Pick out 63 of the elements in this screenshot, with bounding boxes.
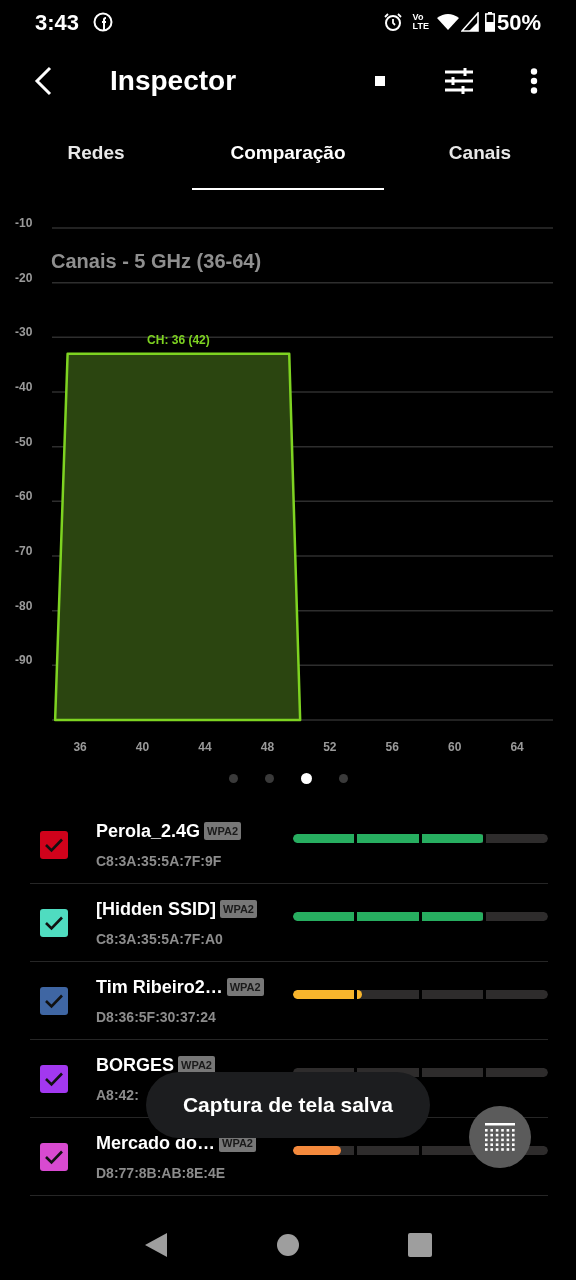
check-icon xyxy=(44,836,64,853)
channel-label: CH: 36 (42) xyxy=(147,332,210,347)
tab[interactable]: Redes xyxy=(0,118,192,190)
checkbox[interactable] xyxy=(40,1064,68,1093)
tab[interactable]: Canais xyxy=(384,118,576,190)
battery-percent: 50% xyxy=(496,8,541,37)
checkbox[interactable] xyxy=(40,830,68,859)
y-tick-label: -30 xyxy=(15,325,33,340)
check-icon xyxy=(44,992,64,1009)
network-name: [Hidden SSID] xyxy=(96,897,216,921)
network-name: BORGES xyxy=(96,1053,174,1077)
x-tick-label: 44 xyxy=(198,740,212,754)
check-icon xyxy=(44,914,64,931)
mac-address: C8:3A:35:5A:7F:A0 xyxy=(96,929,223,949)
mac-address: D8:36:5F:30:37:24 xyxy=(96,1007,216,1027)
network-name: Mercado do… xyxy=(96,1131,215,1155)
sliders-icon[interactable] xyxy=(445,68,473,94)
y-tick-label: -10 xyxy=(15,216,33,230)
security-tag: WPA2 xyxy=(204,822,242,840)
y-tick-label: -40 xyxy=(15,380,33,394)
more-icon[interactable] xyxy=(530,68,538,94)
battery-icon xyxy=(484,12,495,32)
x-tick-label: 40 xyxy=(135,740,150,754)
alarm-icon xyxy=(382,12,403,32)
x-tick-label: 60 xyxy=(448,740,462,754)
checkbox[interactable] xyxy=(40,986,68,1015)
x-tick-label: 48 xyxy=(260,740,275,754)
clock: 3:43 xyxy=(35,8,80,37)
mac-address: D8:77:8B:AB:8E:4E xyxy=(96,1163,226,1183)
facebook-icon xyxy=(93,12,114,32)
y-tick-label: -80 xyxy=(15,598,33,613)
volte-text: Vo xyxy=(412,13,425,22)
chart-title: Canais - 5 GHz (36-64) xyxy=(51,250,262,272)
y-tick-label: -60 xyxy=(15,489,33,504)
x-tick-label: 64 xyxy=(510,740,524,754)
mac-address: C8:3A:35:5A:7F:9F xyxy=(96,851,222,871)
nav-back-icon[interactable] xyxy=(144,1232,168,1258)
network-name: Tim Ribeiro2… xyxy=(96,975,223,999)
tab[interactable]: Comparação xyxy=(192,118,384,190)
wifi-icon xyxy=(436,13,459,31)
security-tag: WPA2 xyxy=(178,1056,215,1074)
security-tag: WPA2 xyxy=(220,900,257,918)
back-icon[interactable] xyxy=(34,66,52,96)
toast-message: Captura de tela salva xyxy=(182,1092,394,1119)
grid-icon xyxy=(485,1123,515,1151)
network-name: Perola_2.4G xyxy=(96,819,201,843)
volte-text: LTE xyxy=(412,22,429,31)
app-title: Inspector xyxy=(110,64,237,98)
checkbox[interactable] xyxy=(40,1142,68,1171)
y-tick-label: -90 xyxy=(15,653,33,668)
security-tag: WPA2 xyxy=(226,978,264,996)
cell-signal-icon xyxy=(460,12,479,32)
x-tick-label: 52 xyxy=(323,740,337,754)
nav-home-icon[interactable] xyxy=(276,1233,300,1257)
mac-address: A8:42: xyxy=(96,1085,139,1105)
y-tick-label: -50 xyxy=(15,434,33,449)
y-tick-label: -70 xyxy=(15,544,33,558)
check-icon xyxy=(44,1148,64,1165)
x-tick-label: 56 xyxy=(385,740,399,754)
y-tick-label: -20 xyxy=(15,270,33,285)
x-tick-label: 36 xyxy=(73,740,87,754)
checkbox[interactable] xyxy=(40,908,68,937)
check-icon xyxy=(44,1070,64,1087)
